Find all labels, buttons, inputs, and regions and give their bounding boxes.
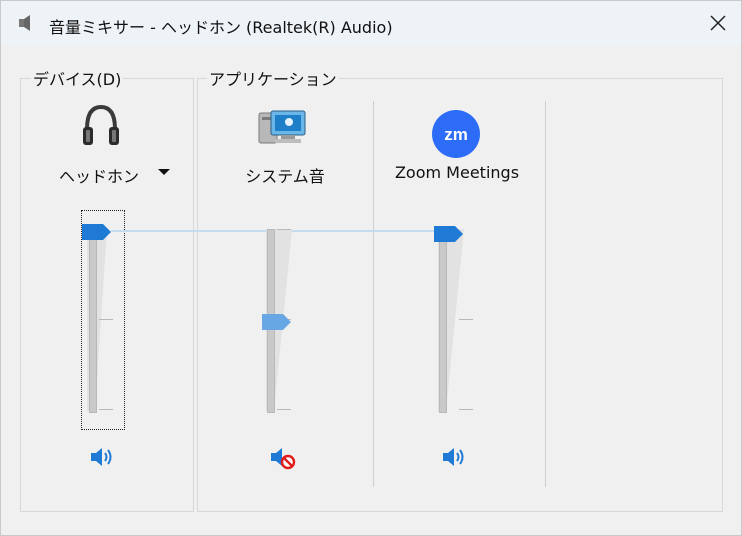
slider-tick [99, 319, 113, 320]
slider-tick [459, 409, 473, 410]
window-title: 音量ミキサー - ヘッドホン (Realtek(R) Audio) [49, 18, 393, 37]
volume-mixer-window: 音量ミキサー - ヘッドホン (Realtek(R) Audio) デバイス(D… [0, 0, 742, 536]
chevron-down-icon[interactable] [158, 169, 170, 175]
speaker-on-icon[interactable] [89, 445, 115, 469]
speaker-icon [19, 15, 30, 31]
slider-tick [277, 409, 291, 410]
svg-text:zm: zm [444, 125, 468, 144]
device-selector[interactable]: ヘッドホン [59, 163, 139, 187]
headphones-icon [83, 104, 119, 145]
close-icon [710, 15, 726, 31]
slider-thumb[interactable] [433, 225, 465, 243]
zoom-app-icon: zm [432, 110, 480, 158]
app-name-system-sounds: システム音 [245, 167, 325, 186]
slider-thumb[interactable] [261, 313, 293, 331]
slider-thumb[interactable] [81, 223, 113, 241]
speaker-muted-icon[interactable] [269, 445, 297, 471]
column-divider [373, 101, 374, 487]
slider-track [439, 229, 447, 413]
device-group-label: デバイス(D) [31, 66, 124, 90]
slider-tick [99, 409, 113, 410]
system-sounds-icon [258, 110, 306, 144]
app-name-zoom: Zoom Meetings [394, 163, 520, 182]
slider-track [89, 229, 97, 413]
column-divider [545, 101, 546, 487]
title-bar: 音量ミキサー - ヘッドホン (Realtek(R) Audio) [1, 1, 741, 45]
close-button[interactable] [695, 1, 741, 45]
speaker-on-icon[interactable] [441, 445, 467, 469]
slider-tick [459, 319, 473, 320]
slider-tick [277, 229, 291, 230]
applications-group-label: アプリケーション [207, 66, 339, 90]
